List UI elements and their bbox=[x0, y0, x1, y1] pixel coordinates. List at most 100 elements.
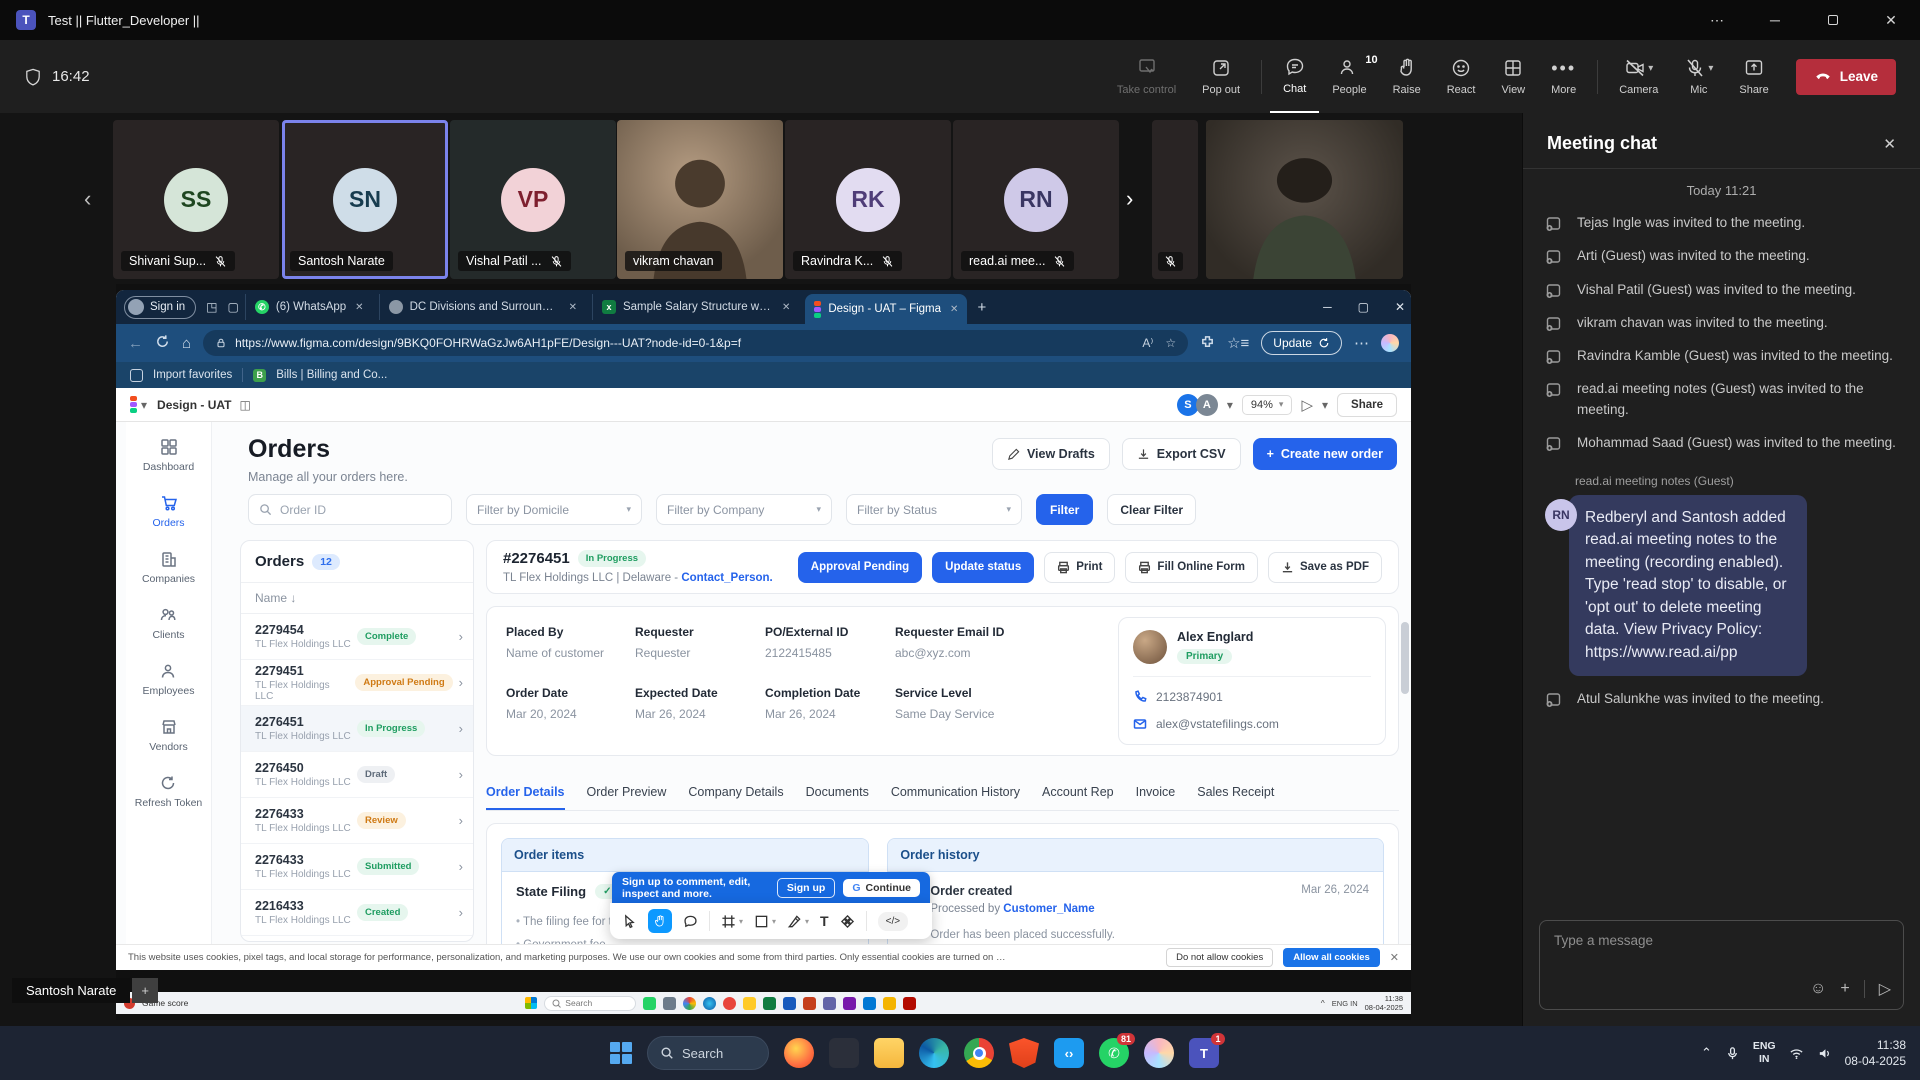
approval-pending-button[interactable]: Approval Pending bbox=[798, 552, 922, 583]
taskbar-clock[interactable]: 11:3808-04-2025 bbox=[1845, 1037, 1906, 1069]
participant-tile[interactable]: RK Ravindra K... bbox=[785, 120, 951, 279]
figma-logo-icon[interactable] bbox=[130, 396, 137, 413]
figma-menu-chevron-icon[interactable]: ▾ bbox=[141, 398, 147, 412]
teams-icon[interactable]: T1 bbox=[1189, 1038, 1219, 1068]
favorites-list-icon[interactable]: ☆≡ bbox=[1227, 334, 1249, 352]
participant-tile-active-speaker[interactable]: SN Santosh Narate bbox=[282, 120, 448, 279]
maximize-button[interactable] bbox=[1804, 0, 1862, 40]
camera-button[interactable]: ▾ Camera bbox=[1606, 40, 1671, 113]
import-favorites-link[interactable]: Import favorites bbox=[153, 369, 232, 381]
google-continue-button[interactable]: G Continue bbox=[843, 879, 920, 897]
back-icon[interactable]: ← bbox=[128, 335, 143, 352]
zoom-level-dropdown[interactable]: 94%▾ bbox=[1242, 395, 1293, 415]
sidebar-item-companies[interactable]: Companies bbox=[142, 550, 195, 585]
tab-close-icon[interactable]: ✕ bbox=[782, 302, 790, 313]
move-tool-icon[interactable] bbox=[622, 914, 637, 929]
update-status-button[interactable]: Update status bbox=[932, 552, 1034, 583]
order-row[interactable]: 2276450TL Flex Holdings LLC Draft › bbox=[241, 752, 473, 798]
filter-domicile-select[interactable]: Filter by Domicile▾ bbox=[466, 494, 642, 525]
apply-filter-button[interactable]: Filter bbox=[1036, 494, 1093, 525]
figma-file-name[interactable]: Design - UAT bbox=[157, 398, 231, 412]
browser-tab-excel[interactable]: x Sample Salary Structure with calc✕ bbox=[592, 294, 799, 320]
print-button[interactable]: Print bbox=[1044, 552, 1115, 583]
browser-signin-button[interactable]: Sign in bbox=[124, 296, 196, 319]
react-button[interactable]: React bbox=[1434, 40, 1489, 113]
share-button[interactable]: Share bbox=[1726, 40, 1781, 113]
order-row[interactable]: 2216433TL Flex Holdings LLC Created › bbox=[241, 890, 473, 936]
extensions-icon[interactable] bbox=[1200, 334, 1215, 353]
tab-order-preview[interactable]: Order Preview bbox=[587, 785, 667, 810]
home-icon[interactable]: ⌂ bbox=[182, 335, 191, 352]
people-button[interactable]: 10 People bbox=[1319, 40, 1379, 113]
wifi-icon[interactable] bbox=[1789, 1046, 1804, 1061]
mic-chevron-icon[interactable]: ▾ bbox=[1708, 63, 1713, 74]
dev-mode-toggle[interactable]: </> bbox=[878, 912, 908, 931]
start-icon[interactable] bbox=[525, 997, 537, 1009]
taskbar-search-input[interactable]: Search bbox=[544, 996, 636, 1011]
read-aloud-icon[interactable]: A⁾ bbox=[1142, 336, 1153, 350]
copilot-icon[interactable] bbox=[1381, 334, 1399, 352]
cookie-close-icon[interactable]: ✕ bbox=[1390, 951, 1399, 964]
order-row[interactable]: 2279451TL Flex Holdings LLC Approval Pen… bbox=[241, 660, 473, 706]
allow-cookies-button[interactable]: Allow all cookies bbox=[1283, 948, 1380, 967]
address-bar[interactable]: https://www.figma.com/design/9BKQ0FOHRWa… bbox=[203, 330, 1188, 356]
browser-minimize-icon[interactable]: ─ bbox=[1323, 300, 1332, 314]
participant-tile-partial[interactable] bbox=[1152, 120, 1198, 279]
edge-icon[interactable] bbox=[703, 997, 716, 1010]
order-id-search-input[interactable]: Order ID bbox=[248, 494, 452, 525]
sidebar-item-clients[interactable]: Clients bbox=[152, 606, 184, 641]
workspaces-icon[interactable]: ◳ bbox=[206, 300, 217, 314]
tab-account-rep[interactable]: Account Rep bbox=[1042, 785, 1114, 810]
more-button[interactable]: ••• More bbox=[1538, 40, 1589, 113]
photos-icon[interactable] bbox=[663, 997, 676, 1010]
word-icon[interactable] bbox=[783, 997, 796, 1010]
sidebar-item-dashboard[interactable]: Dashboard bbox=[143, 438, 194, 473]
figma-share-button[interactable]: Share bbox=[1337, 393, 1397, 417]
shape-tool-icon[interactable]: ▾ bbox=[754, 914, 776, 929]
edge-icon[interactable] bbox=[919, 1038, 949, 1068]
tray-chevron-icon[interactable]: ^ bbox=[1321, 998, 1325, 1008]
attach-plus-icon[interactable]: + bbox=[1840, 980, 1849, 998]
pop-out-button[interactable]: Pop out bbox=[1189, 40, 1253, 113]
camera-chevron-icon[interactable]: ▾ bbox=[1648, 63, 1653, 74]
participant-tile[interactable]: SS Shivani Sup... bbox=[113, 120, 279, 279]
bills-bookmark-link[interactable]: Bills | Billing and Co... bbox=[276, 369, 387, 381]
firefox-icon[interactable] bbox=[784, 1038, 814, 1068]
onenote-icon[interactable] bbox=[843, 997, 856, 1010]
customer-name-link[interactable]: Customer_Name bbox=[1003, 903, 1094, 915]
favorite-star-icon[interactable]: ☆ bbox=[1165, 336, 1176, 350]
layout-grid-icon[interactable]: ◫ bbox=[239, 398, 250, 412]
emoji-icon[interactable]: ☺ bbox=[1810, 980, 1826, 998]
leave-button[interactable]: Leave bbox=[1796, 59, 1896, 95]
chat-message-input[interactable]: Type a message ☺ + ▷ bbox=[1539, 920, 1904, 1010]
collaborator-avatar[interactable]: A bbox=[1196, 394, 1218, 416]
tab-order-details[interactable]: Order Details bbox=[486, 785, 565, 810]
view-drafts-button[interactable]: View Drafts bbox=[992, 438, 1110, 470]
tray-mic-icon[interactable] bbox=[1725, 1046, 1740, 1061]
file-explorer-icon[interactable] bbox=[874, 1038, 904, 1068]
tiles-prev-icon[interactable]: ‹ bbox=[84, 186, 91, 212]
sidebar-item-orders[interactable]: Orders bbox=[152, 494, 184, 529]
participant-tile[interactable]: VP Vishal Patil ... bbox=[450, 120, 616, 279]
app-icon[interactable] bbox=[883, 997, 896, 1010]
contact-email[interactable]: alex@vstatefilings.com bbox=[1156, 717, 1279, 731]
export-csv-button[interactable]: Export CSV bbox=[1122, 438, 1241, 470]
minimize-button[interactable]: ─ bbox=[1746, 0, 1804, 40]
participant-tile-video-large[interactable] bbox=[1206, 120, 1403, 279]
frame-tool-icon[interactable]: ▾ bbox=[721, 914, 743, 929]
chat-button[interactable]: Chat bbox=[1270, 40, 1319, 113]
tab-close-icon[interactable]: ✕ bbox=[950, 304, 958, 315]
hand-tool-icon-active[interactable] bbox=[648, 909, 672, 933]
brave-icon[interactable] bbox=[1009, 1038, 1039, 1068]
fill-online-form-button[interactable]: Fill Online Form bbox=[1125, 552, 1258, 583]
whatsapp-icon[interactable]: ✆81 bbox=[1099, 1038, 1129, 1068]
taskbar-search[interactable]: Search bbox=[647, 1036, 769, 1070]
create-new-order-button[interactable]: + Create new order bbox=[1253, 438, 1397, 470]
present-chevron-icon[interactable]: ▾ bbox=[1322, 398, 1328, 412]
order-row[interactable]: 2276433TL Flex Holdings LLC Submitted › bbox=[241, 844, 473, 890]
tab-sales-receipt[interactable]: Sales Receipt bbox=[1197, 785, 1274, 810]
participant-tile-video[interactable]: vikram chavan bbox=[617, 120, 783, 279]
comment-tool-icon[interactable] bbox=[683, 914, 698, 929]
chrome-icon[interactable] bbox=[964, 1038, 994, 1068]
name-column-header[interactable]: Name ↓ bbox=[241, 583, 473, 614]
